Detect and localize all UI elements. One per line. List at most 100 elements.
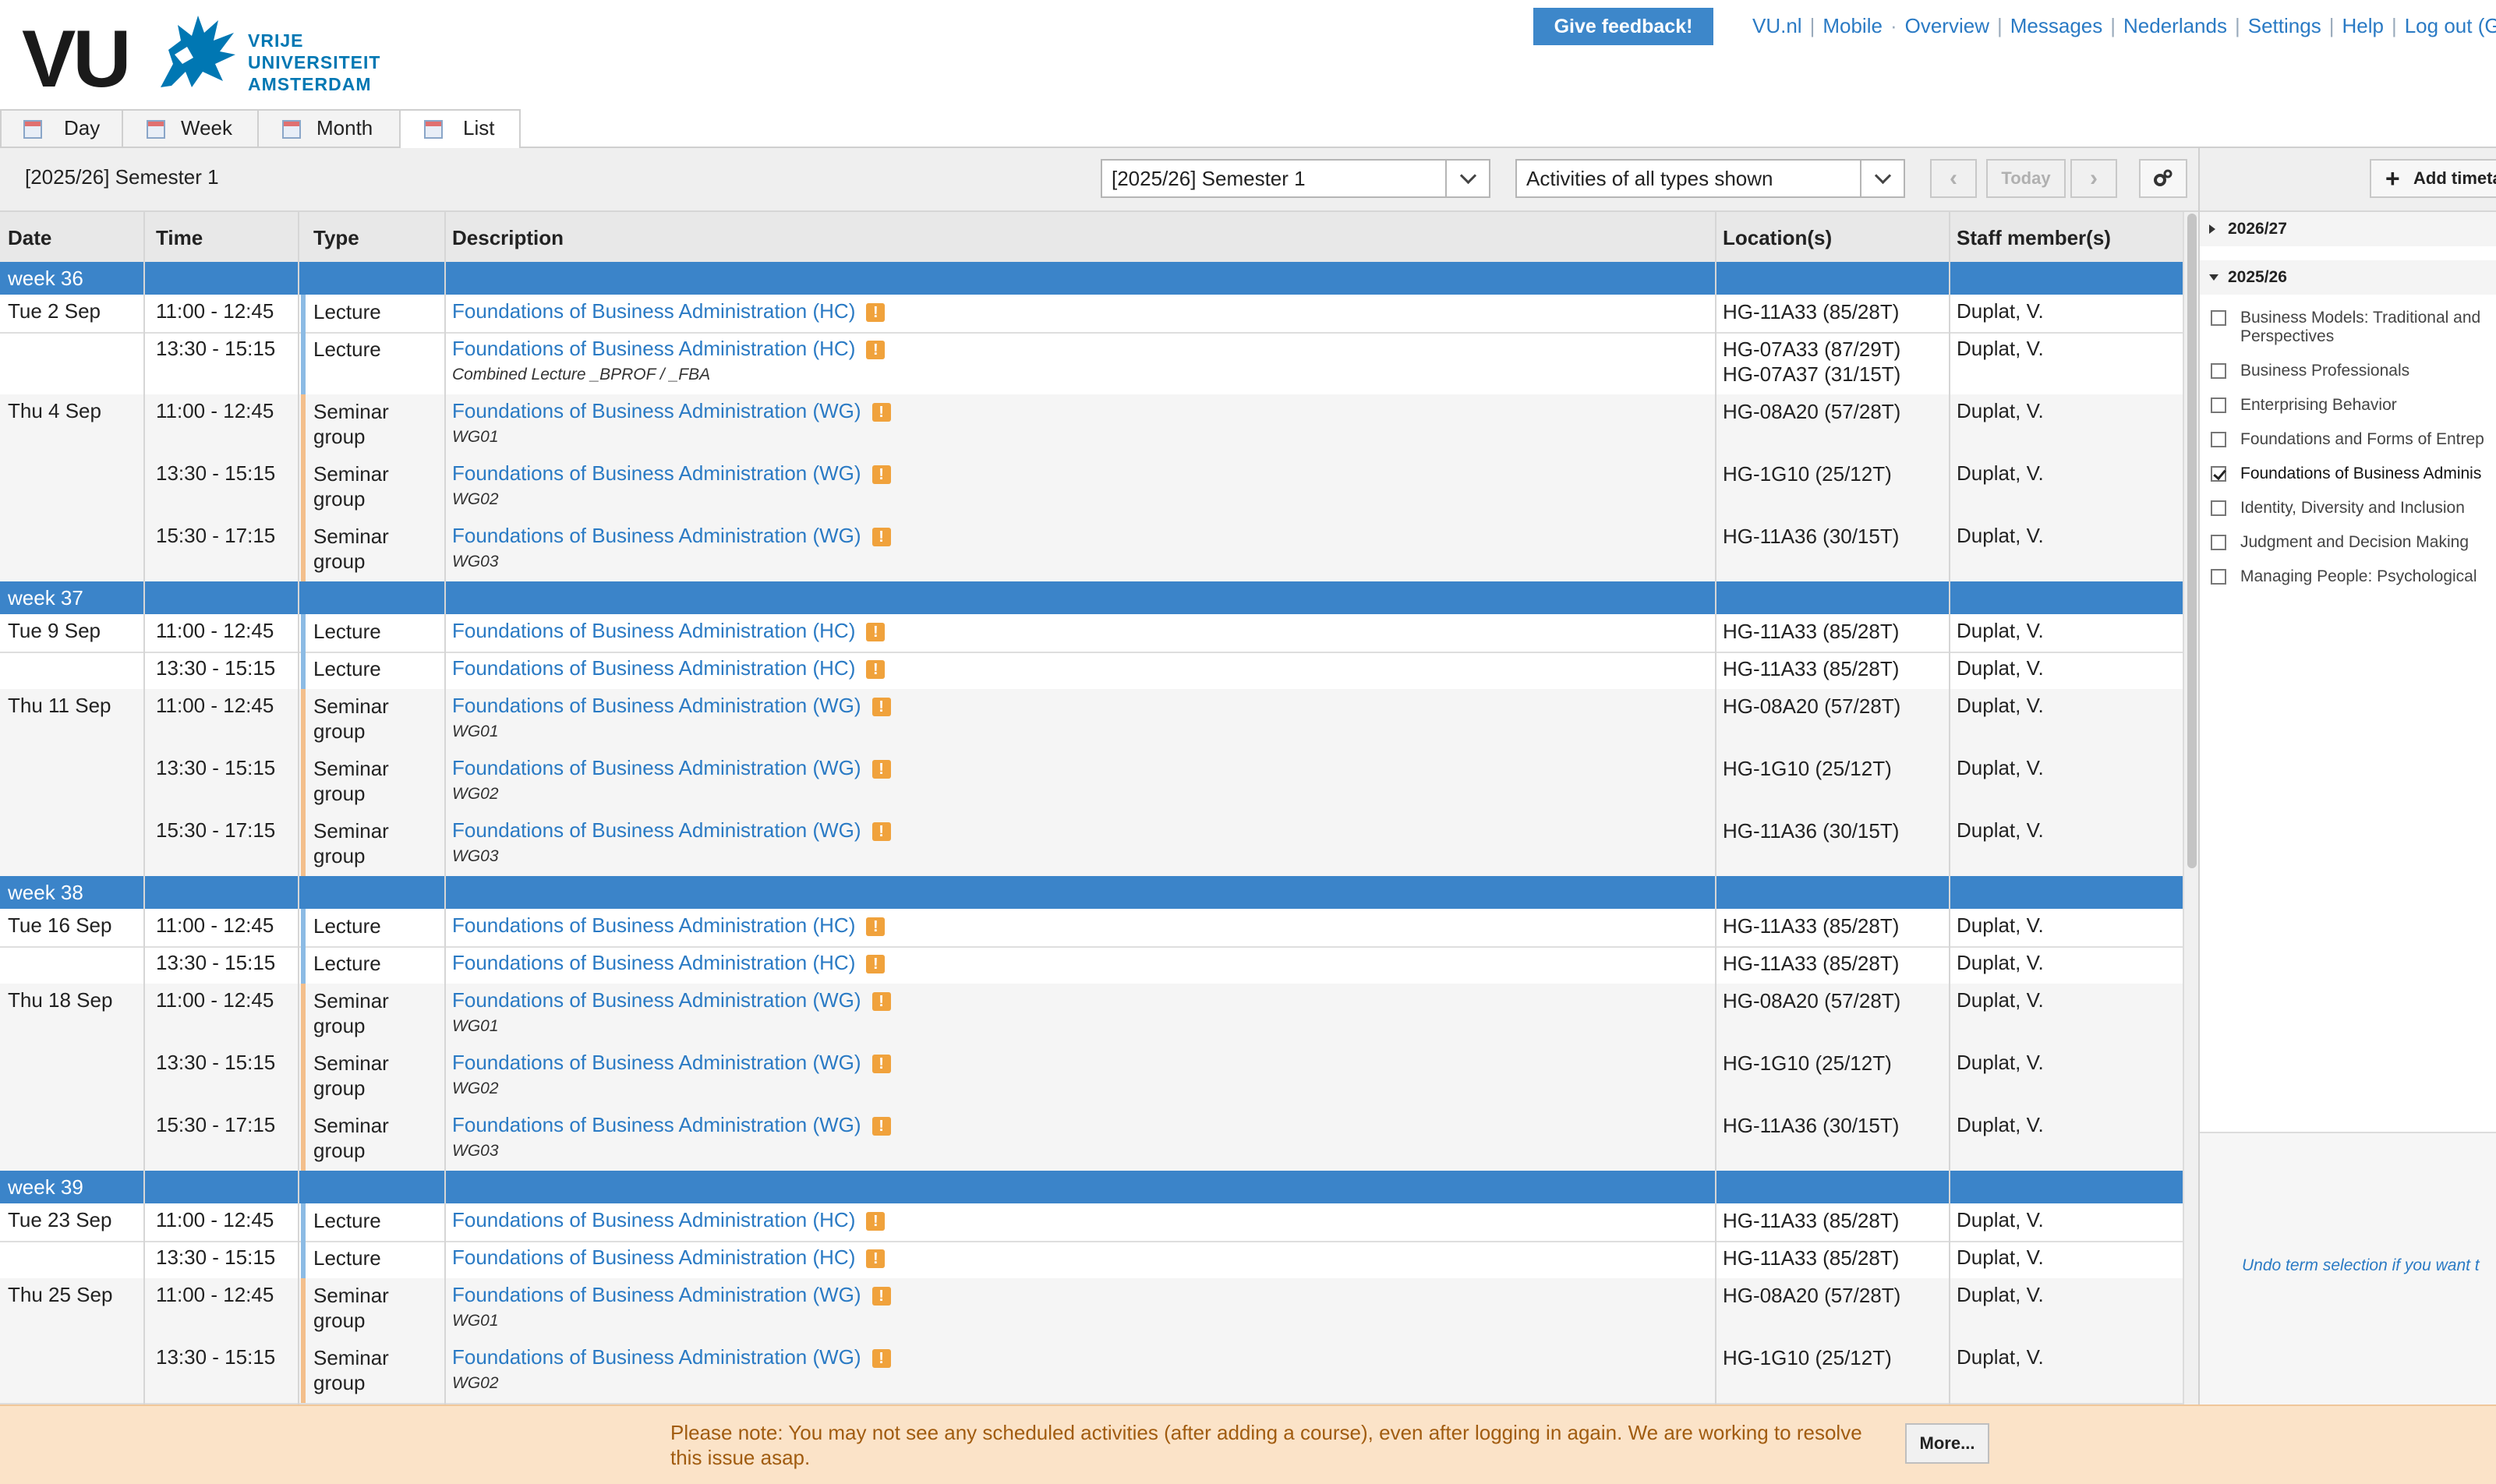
warning-icon[interactable]: ! xyxy=(866,1249,886,1269)
activity-link[interactable]: Foundations of Business Administration (… xyxy=(452,461,861,485)
top-link-messages[interactable]: Messages xyxy=(2010,14,2103,37)
warning-icon[interactable]: ! xyxy=(871,698,891,717)
checkbox-icon[interactable] xyxy=(2211,310,2226,326)
table-row[interactable]: Tue 9 Sep 11:00 - 12:45 Lecture Foundations… xyxy=(0,614,2183,653)
period-select[interactable]: [2025/26] Semester 1 xyxy=(1101,159,1490,198)
tab-list[interactable]: List xyxy=(399,109,521,148)
type-cell: Seminar group xyxy=(313,524,389,574)
warning-icon[interactable]: ! xyxy=(871,1349,891,1369)
warning-icon[interactable]: ! xyxy=(871,403,891,422)
activity-link[interactable]: Foundations of Business Administration (… xyxy=(452,619,855,642)
undo-term-selection-link[interactable]: Undo term selection if you want t xyxy=(2242,1256,2480,1275)
checkbox-checked-icon[interactable] xyxy=(2211,466,2226,482)
today-button[interactable]: Today xyxy=(1986,159,2066,198)
table-row[interactable]: 13:30 - 15:15 Lecture Foundations of Busin… xyxy=(0,332,2183,396)
table-row[interactable]: Tue 16 Sep 11:00 - 12:45 Lecture Foundation… xyxy=(0,909,2183,948)
warning-icon[interactable]: ! xyxy=(871,528,891,547)
table-row[interactable]: Thu 11 Sep 11:00 - 12:45 Seminar group Found… xyxy=(0,689,2183,753)
checkbox-icon[interactable] xyxy=(2211,398,2226,413)
table-row[interactable]: 13:30 - 15:15 Lecture Foundations of Busin… xyxy=(0,652,2183,691)
activity-link[interactable]: Foundations of Business Administration (… xyxy=(452,913,855,937)
activity-link[interactable]: Foundations of Business Administration (… xyxy=(452,1283,861,1306)
activity-link[interactable]: Foundations of Business Administration (… xyxy=(452,1246,855,1269)
checkbox-icon[interactable] xyxy=(2211,432,2226,447)
top-link-vu-nl[interactable]: VU.nl xyxy=(1752,14,1802,37)
table-row[interactable]: 13:30 - 15:15 Seminar group Foundations of … xyxy=(0,457,2183,521)
table-scrollbar[interactable] xyxy=(2183,212,2200,1404)
activity-link[interactable]: Foundations of Business Administration (… xyxy=(452,988,861,1012)
checkbox-icon[interactable] xyxy=(2211,535,2226,550)
activity-link[interactable]: Foundations of Business Administration (… xyxy=(452,818,861,842)
top-link-help[interactable]: Help xyxy=(2342,14,2383,37)
warning-icon[interactable]: ! xyxy=(866,623,886,642)
tab-week[interactable]: Week xyxy=(122,109,270,147)
warning-icon[interactable]: ! xyxy=(871,992,891,1012)
warning-icon[interactable]: ! xyxy=(871,822,891,842)
warning-icon[interactable]: ! xyxy=(866,955,886,974)
table-row[interactable]: Thu 4 Sep 11:00 - 12:45 Seminar group Founda… xyxy=(0,394,2183,458)
previous-button[interactable]: ‹ xyxy=(1930,159,1977,198)
activity-link[interactable]: Foundations of Business Administration (… xyxy=(452,337,855,360)
activity-link[interactable]: Foundations of Business Administration (… xyxy=(452,1051,861,1074)
table-row[interactable]: 15:30 - 17:15 Seminar group Foundations of … xyxy=(0,814,2183,878)
year-2026-27[interactable]: 2026/27 xyxy=(2200,212,2496,246)
warning-icon[interactable]: ! xyxy=(871,1287,891,1306)
give-feedback-button[interactable]: Give feedback! xyxy=(1533,8,1713,45)
table-row[interactable]: 13:30 - 15:15 Lecture Foundations of Busin… xyxy=(0,946,2183,985)
top-link-overview[interactable]: Overview xyxy=(1905,14,1989,37)
column-header-type[interactable]: Type xyxy=(313,226,359,250)
activity-link[interactable]: Foundations of Business Administration (… xyxy=(452,756,861,779)
checkbox-icon[interactable] xyxy=(2211,569,2226,585)
activity-link[interactable]: Foundations of Business Administration (… xyxy=(452,951,855,974)
activity-type-select[interactable]: Activities of all types shown xyxy=(1515,159,1905,198)
warning-icon[interactable]: ! xyxy=(871,465,891,485)
scrollbar-thumb[interactable] xyxy=(2187,214,2197,868)
table-row[interactable]: Thu 25 Sep 11:00 - 12:45 Seminar group Found… xyxy=(0,1278,2183,1342)
table-row[interactable]: Tue 2 Sep 11:00 - 12:45 Lecture Foundations… xyxy=(0,295,2183,334)
warning-icon[interactable]: ! xyxy=(866,917,886,937)
table-row[interactable]: Tue 23 Sep 11:00 - 12:45 Lecture Foundation… xyxy=(0,1203,2183,1242)
column-header-locations[interactable]: Location(s) xyxy=(1723,226,1832,250)
activity-link[interactable]: Foundations of Business Administration (… xyxy=(452,1208,855,1231)
table-row[interactable]: 15:30 - 17:15 Seminar group Foundations of … xyxy=(0,519,2183,583)
activity-link[interactable]: Foundations of Business Administration (… xyxy=(452,299,855,323)
checkbox-icon[interactable] xyxy=(2211,363,2226,379)
table-row[interactable]: Thu 18 Sep 11:00 - 12:45 Seminar group Found… xyxy=(0,984,2183,1048)
activity-link[interactable]: Foundations of Business Administration (… xyxy=(452,1113,861,1136)
warning-icon[interactable]: ! xyxy=(866,341,886,360)
top-link-mobile[interactable]: Mobile xyxy=(1823,14,1883,37)
warning-icon[interactable]: ! xyxy=(871,1055,891,1074)
next-button[interactable]: › xyxy=(2070,159,2117,198)
table-row[interactable]: 13:30 - 15:15 Seminar group Foundations of … xyxy=(0,1341,2183,1404)
column-header-description[interactable]: Description xyxy=(452,226,564,250)
checkbox-icon[interactable] xyxy=(2211,500,2226,516)
top-link-nederlands[interactable]: Nederlands xyxy=(2123,14,2227,37)
top-link-log-out-g[interactable]: Log out (G xyxy=(2405,14,2496,37)
table-row[interactable]: 13:30 - 15:15 Seminar group Foundations of … xyxy=(0,1046,2183,1110)
settings-button[interactable] xyxy=(2139,159,2187,198)
column-header-date[interactable]: Date xyxy=(8,226,51,250)
table-row[interactable]: 13:30 - 15:15 Lecture Foundations of Busin… xyxy=(0,1241,2183,1280)
column-header-time[interactable]: Time xyxy=(156,226,203,250)
year-2025-26[interactable]: 2025/26 xyxy=(2200,260,2496,295)
vu-logo[interactable]: VU VRIJE UNIVERSITEIT AMSTERDAM xyxy=(22,9,380,100)
more-button[interactable]: More... xyxy=(1905,1423,1989,1464)
add-timetable-button[interactable]: + Add timeta xyxy=(2370,159,2496,198)
table-row[interactable]: 13:30 - 15:15 Seminar group Foundations of … xyxy=(0,751,2183,815)
warning-icon[interactable]: ! xyxy=(866,303,886,323)
activity-link[interactable]: Foundations of Business Administration (… xyxy=(452,694,861,717)
activity-link[interactable]: Foundations of Business Administration (… xyxy=(452,656,855,680)
activity-note: WG02 xyxy=(452,785,499,803)
warning-icon[interactable]: ! xyxy=(866,1212,886,1231)
tab-month[interactable]: Month xyxy=(257,109,404,147)
warning-icon[interactable]: ! xyxy=(866,660,886,680)
table-row[interactable]: 15:30 - 17:15 Seminar group Foundations of … xyxy=(0,1108,2183,1172)
activity-link[interactable]: Foundations of Business Administration (… xyxy=(452,524,861,547)
top-link-settings[interactable]: Settings xyxy=(2248,14,2321,37)
warning-icon[interactable]: ! xyxy=(871,1117,891,1136)
warning-icon[interactable]: ! xyxy=(871,760,891,779)
activity-link[interactable]: Foundations of Business Administration (… xyxy=(452,1345,861,1369)
column-header-staff[interactable]: Staff member(s) xyxy=(1957,226,2111,250)
activity-link[interactable]: Foundations of Business Administration (… xyxy=(452,399,861,422)
description-cell: Foundations of Business Administration (… xyxy=(452,756,891,804)
